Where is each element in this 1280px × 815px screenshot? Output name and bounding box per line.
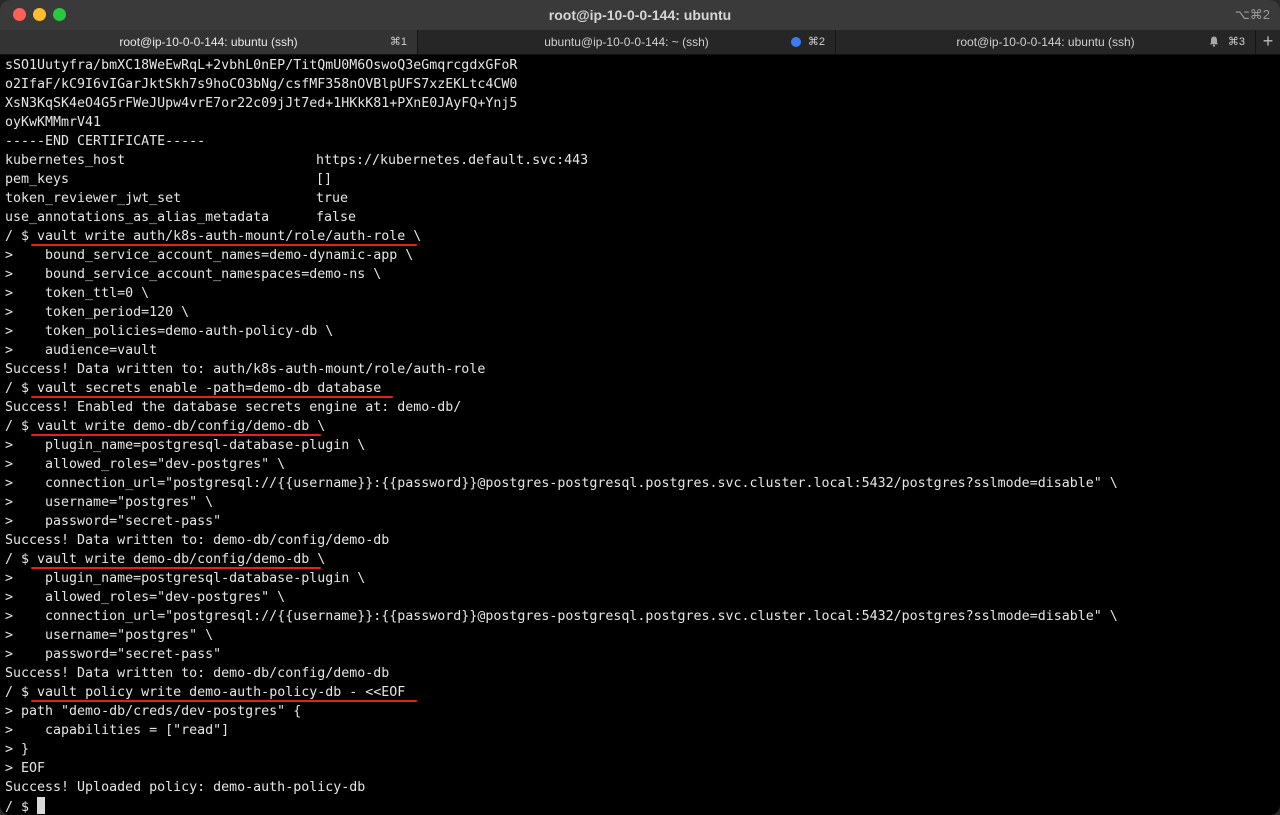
command-text: vault write demo-db/config/demo-db [37,552,310,567]
shell-prompt: / $ [5,685,38,700]
certificate-line: XsN3KqSK4eO4G5rFWeJUpw4vrE7or22c09jJt7ed… [5,96,518,111]
continuation-line: > password="secret-pass" [5,647,222,662]
continuation-line: > password="secret-pass" [5,514,222,529]
continuation-line: > username="postgres" \ [5,628,214,643]
command-text: vault policy write demo-auth-policy-db -… [37,685,406,700]
shell-prompt: / $ [5,381,38,396]
shell-prompt: / $ [5,552,38,567]
tab-3-shortcut: ⌘3 [1227,36,1245,48]
new-tab-button[interactable]: + [1256,30,1280,54]
command-line: / $ vault write demo-db/config/demo-db \ [5,417,1275,436]
text-cursor [37,797,46,814]
config-key: token_reviewer_jwt_set [5,191,182,206]
tab-3[interactable]: root@ip-10-0-0-144: ubuntu (ssh) ⌘3 [836,30,1256,54]
config-key: pem_keys [5,172,70,187]
command-suffix: \ [405,229,422,244]
config-row: pem_keys [] [5,170,1275,189]
config-value: true [316,191,349,206]
config-row: use_annotations_as_alias_metadata false [5,208,1275,227]
continuation-line: > capabilities = ["read"] [5,723,230,738]
continuation-line: > connection_url="postgresql://{{usernam… [5,476,1118,491]
command-text: vault write demo-db/config/demo-db [37,419,310,434]
config-key: use_annotations_as_alias_metadata [5,210,270,225]
tab-2[interactable]: ubuntu@ip-10-0-0-144: ~ (ssh) ⌘2 [418,30,836,54]
active-prompt-line: / $ [5,797,1275,815]
command-output: Success! Data written to: auth/k8s-auth-… [5,362,486,377]
command-output: Success! Data written to: demo-db/config… [5,666,390,681]
config-value: https://kubernetes.default.svc:443 [316,153,589,168]
window-shortcut-label: ⌥⌘2 [1234,7,1270,22]
tab-2-shortcut: ⌘2 [807,36,825,48]
tab-1-label: root@ip-10-0-0-144: ubuntu (ssh) [119,35,298,49]
command-output: Success! Data written to: demo-db/config… [5,533,390,548]
certificate-line: -----END CERTIFICATE----- [5,134,206,149]
blue-dot-icon [791,37,801,47]
config-value: false [316,210,357,225]
tab-1[interactable]: root@ip-10-0-0-144: ubuntu (ssh) ⌘1 [0,30,418,54]
shell-prompt: / $ [5,419,38,434]
config-key: kubernetes_host [5,153,126,168]
command-line: / $ vault write auth/k8s-auth-mount/role… [5,227,1275,246]
command-suffix: \ [309,419,326,434]
command-output: Success! Enabled the database secrets en… [5,400,462,415]
continuation-line: > connection_url="postgresql://{{usernam… [5,609,1118,624]
terminal-window: root@ip-10-0-0-144: ubuntu ⌥⌘2 root@ip-1… [0,0,1280,815]
shell-prompt: / $ [5,800,38,815]
tab-2-label: ubuntu@ip-10-0-0-144: ~ (ssh) [544,35,709,49]
bell-icon [1209,36,1219,47]
continuation-line: > allowed_roles="dev-postgres" \ [5,457,286,472]
window-title: root@ip-10-0-0-144: ubuntu [548,7,732,23]
tab-bar: root@ip-10-0-0-144: ubuntu (ssh) ⌘1 ubun… [0,30,1280,55]
continuation-line: > } [5,742,30,757]
config-row: token_reviewer_jwt_set true [5,189,1275,208]
tab-1-shortcut: ⌘1 [389,36,407,48]
shell-prompt: / $ [5,229,38,244]
tab-3-label: root@ip-10-0-0-144: ubuntu (ssh) [956,35,1135,49]
command-line: / $ vault policy write demo-auth-policy-… [5,683,1275,702]
command-line: / $ vault write demo-db/config/demo-db \ [5,550,1275,569]
continuation-line: > plugin_name=postgresql-database-plugin… [5,571,366,586]
continuation-line: > token_ttl=0 \ [5,286,150,301]
continuation-line: > plugin_name=postgresql-database-plugin… [5,438,366,453]
continuation-line: > audience=vault [5,343,158,358]
command-text: vault write auth/k8s-auth-mount/role/aut… [37,229,406,244]
certificate-line: oyKwKMMmrV41 [5,115,102,130]
continuation-line: > bound_service_account_names=demo-dynam… [5,248,414,263]
continuation-line: > allowed_roles="dev-postgres" \ [5,590,286,605]
certificate-line: o2IfaF/kC9I6vIGarJktSkh7s9hoCO3bNg/csfMF… [5,77,518,92]
command-output: Success! Uploaded policy: demo-auth-poli… [5,780,366,795]
command-line: / $ vault secrets enable -path=demo-db d… [5,379,1275,398]
continuation-line: > path "demo-db/creds/dev-postgres" { [5,704,302,719]
command-text: vault secrets enable -path=demo-db datab… [37,381,382,396]
command-suffix: \ [309,552,326,567]
continuation-line: > username="postgres" \ [5,495,214,510]
continuation-line: > bound_service_account_namespaces=demo-… [5,267,382,282]
terminal-output[interactable]: sSO1Uutyfra/bmXC18WeEwRqL+2vbhL0nEP/TitQ… [5,56,1275,815]
continuation-line: > token_policies=demo-auth-policy-db \ [5,324,334,339]
continuation-line: > token_period=120 \ [5,305,190,320]
config-value: [] [316,172,333,187]
continuation-line: > EOF [5,761,46,776]
config-row: kubernetes_host https://kubernetes.defaul… [5,151,1275,170]
title-bar[interactable]: root@ip-10-0-0-144: ubuntu ⌥⌘2 [0,0,1280,30]
certificate-line: sSO1Uutyfra/bmXC18WeEwRqL+2vbhL0nEP/TitQ… [5,58,518,73]
